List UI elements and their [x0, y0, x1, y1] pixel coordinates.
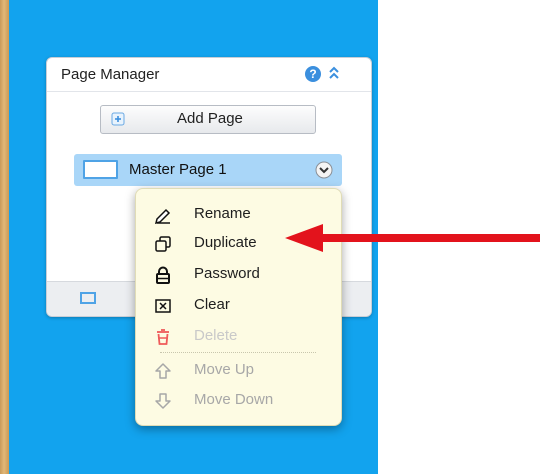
red-arrow-annotation: [285, 224, 540, 252]
